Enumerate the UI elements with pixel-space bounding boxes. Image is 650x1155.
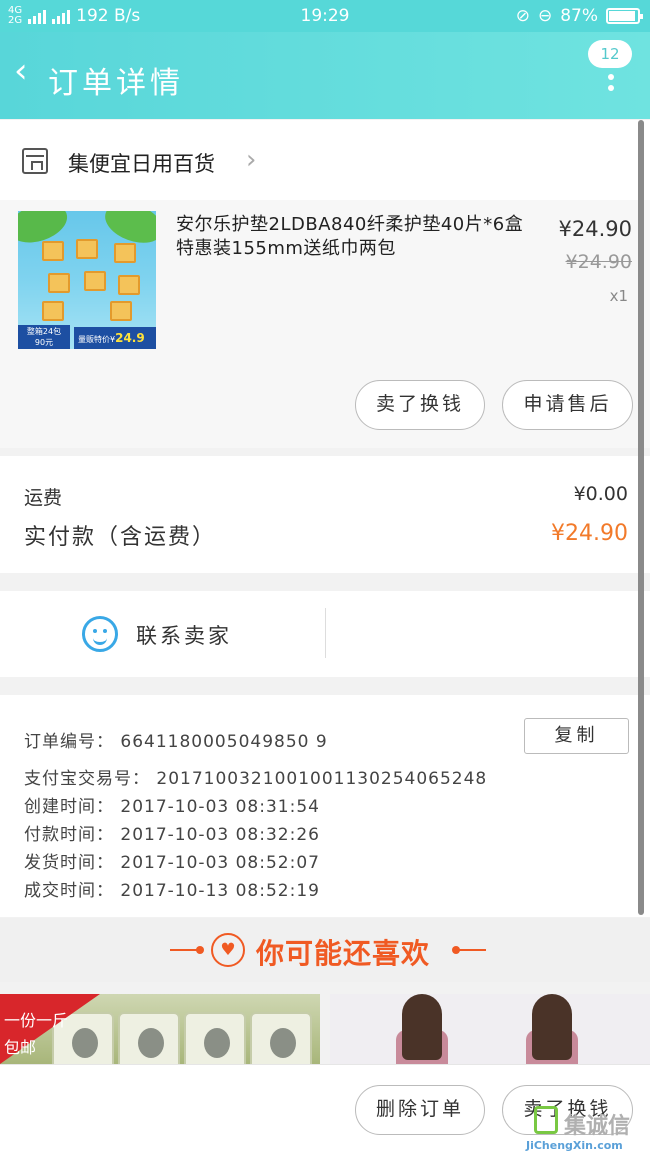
order-number: 订单编号： 6641180005049850 9 — [24, 732, 328, 752]
product-title[interactable]: 安尔乐护垫2LDBA840纤柔护垫40片*6盒特惠装155mm送纸巾两包 — [176, 213, 528, 261]
chat-icon[interactable] — [82, 616, 118, 652]
status-right: ⊘ ⊖ 87% — [515, 6, 643, 26]
recommend-header: ♥ 你可能还喜欢 — [0, 918, 650, 982]
sell-trade-button[interactable]: 卖了换钱 — [355, 380, 485, 430]
image-badge-left-text: 整箱24包 90元 — [26, 327, 62, 347]
store-name[interactable]: 集便宜日用百货 — [68, 148, 215, 178]
pack-box — [76, 239, 98, 259]
shipping-value: ¥0.00 — [573, 483, 628, 505]
chevron-right-icon[interactable]: › — [246, 145, 256, 175]
payable-value: ¥24.90 — [551, 521, 628, 546]
watermark: 集诚信 JiChengXin.com — [526, 1106, 646, 1154]
divider — [325, 608, 326, 658]
more-menu-button[interactable]: 12 — [588, 40, 634, 91]
watermark-text: 集诚信 — [564, 1114, 631, 1139]
scrollbar[interactable] — [638, 120, 644, 915]
recommend-heading: 你可能还喜欢 — [256, 937, 431, 970]
product-original-price: ¥24.90 — [565, 251, 632, 273]
product-price: ¥24.90 — [558, 217, 632, 241]
pack-box — [42, 241, 64, 261]
image-badge-right: 量贩特价¥24.9 — [74, 327, 156, 349]
payable-label: 实付款（含运费） — [24, 525, 217, 550]
battery-icon — [606, 8, 643, 24]
watermark-sub: JiChengXin.com — [526, 1139, 623, 1152]
pack-box — [42, 301, 64, 321]
created-time: 创建时间： 2017-10-03 08:31:54 — [24, 797, 320, 817]
back-button[interactable]: ‹ — [14, 54, 28, 88]
pack-box — [48, 273, 70, 293]
rotation-lock-icon: ⊖ — [537, 6, 553, 26]
completed-time: 成交时间： 2017-10-13 08:52:19 — [24, 881, 320, 901]
pack-box — [114, 243, 136, 263]
image-badge-left: 整箱24包 90元 — [18, 325, 70, 349]
message-count-badge: 12 — [588, 40, 632, 68]
cost-section — [0, 456, 650, 573]
watermark-logo-icon — [534, 1106, 558, 1134]
model-photo — [520, 994, 584, 1064]
paid-time: 付款时间： 2017-10-03 08:32:26 — [24, 825, 320, 845]
status-bar: 4G 2G 192 B/s 19:29 ⊘ ⊖ 87% — [0, 0, 650, 32]
more-dots-icon — [608, 74, 614, 91]
copy-button[interactable]: 复制 — [524, 718, 629, 754]
image-badge-right-price: 24.9 — [115, 331, 145, 345]
battery-percent: 87% — [560, 6, 598, 26]
shipped-time: 发货时间： 2017-10-03 08:52:07 — [24, 853, 320, 873]
shipping-label: 运费 — [24, 487, 63, 509]
store-icon — [22, 148, 48, 174]
vibrate-icon: ⊘ — [515, 6, 530, 26]
model-photo — [390, 994, 454, 1064]
contact-seller-button[interactable]: 联系卖家 — [136, 620, 232, 650]
ribbon-text-2: 包邮 — [4, 1038, 37, 1057]
recommend-item-dress[interactable] — [330, 994, 650, 1064]
pack-box — [84, 271, 106, 291]
heading-dot-left — [196, 946, 204, 954]
heading-line-right — [456, 949, 486, 951]
product-quantity: x1 — [609, 287, 628, 305]
heart-icon: ♥ — [211, 933, 245, 967]
snack-pack — [250, 1012, 312, 1064]
alipay-number: 支付宝交易号： 2017100321001001130254065248 — [24, 769, 488, 789]
recommend-item-snacks[interactable]: 一份一斤 包邮 — [0, 994, 320, 1064]
product-image[interactable]: 整箱24包 90元 量贩特价¥24.9 — [18, 211, 156, 349]
snack-pack — [118, 1012, 180, 1064]
image-badge-right-text: 量贩特价¥ — [78, 335, 116, 344]
snack-pack — [184, 1012, 246, 1064]
delete-order-button[interactable]: 删除订单 — [355, 1085, 485, 1135]
after-sale-button[interactable]: 申请售后 — [502, 380, 633, 430]
pack-box — [118, 275, 140, 295]
pack-box — [110, 301, 132, 321]
ribbon-text-1: 一份一斤 — [4, 1011, 69, 1030]
page-title: 订单详情 — [48, 66, 184, 101]
title-bar: ‹ 订单详情 12 — [0, 32, 650, 119]
